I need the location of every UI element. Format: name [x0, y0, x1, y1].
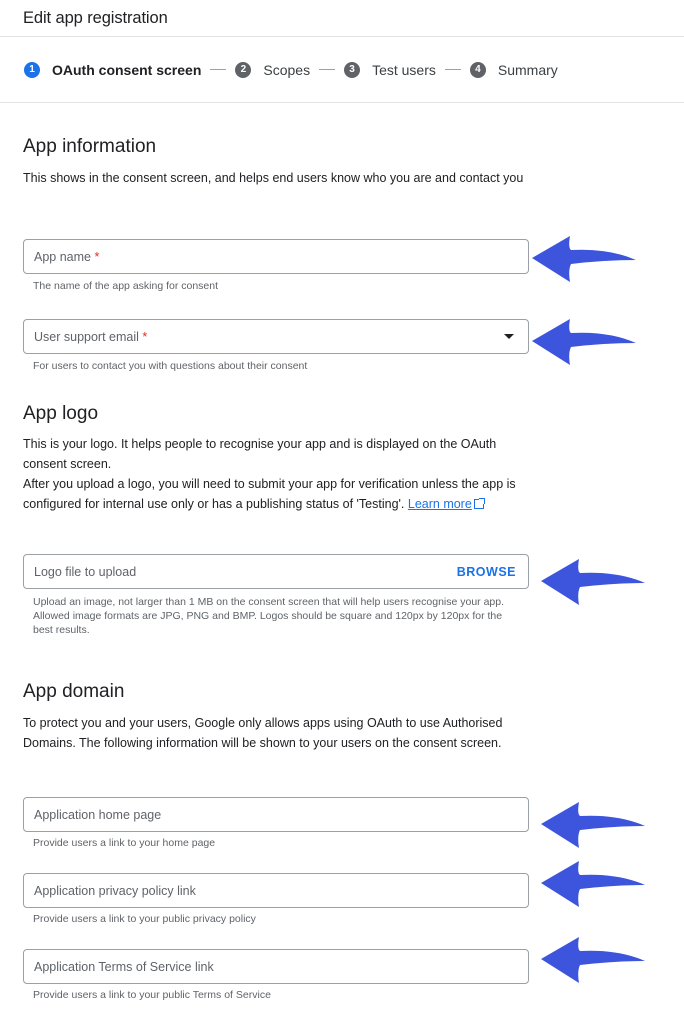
app-domain-description: To protect you and your users, Google on…	[23, 716, 503, 750]
support-email-hint: For users to contact you with questions …	[33, 360, 308, 372]
stepper: 1 OAuth consent screen 2 Scopes 3 Test u…	[0, 37, 684, 103]
step-separator	[319, 69, 336, 70]
terms-of-service-input[interactable]: Application Terms of Service link	[23, 949, 529, 984]
app-information-heading: App information	[23, 136, 157, 157]
step-oauth-consent-screen[interactable]: 1 OAuth consent screen	[24, 61, 202, 78]
privacy-policy-placeholder: Application privacy policy link	[34, 883, 196, 898]
learn-more-link[interactable]: Learn more	[408, 497, 472, 511]
app-logo-heading: App logo	[23, 403, 99, 424]
user-support-email-select[interactable]: User support email *	[23, 319, 529, 354]
step-test-users[interactable]: 3 Test users	[344, 61, 436, 78]
annotation-arrow-icon	[541, 559, 645, 605]
app-logo-description-1: This is your logo. It helps people to re…	[23, 437, 497, 471]
step-number-badge: 4	[469, 61, 486, 78]
step-label: Summary	[497, 61, 558, 78]
browse-button[interactable]: BROWSE	[457, 565, 516, 579]
app-information-description: This shows in the consent screen, and he…	[23, 171, 524, 185]
home-page-placeholder: Application home page	[34, 807, 162, 822]
step-number-badge: 2	[235, 61, 252, 78]
app-name-hint: The name of the app asking for consent	[33, 280, 219, 292]
home-page-hint: Provide users a link to your home page	[33, 837, 216, 849]
page-title: Edit app registration	[23, 8, 168, 27]
app-name-input[interactable]: App name *	[23, 239, 529, 274]
annotation-arrow-icon	[532, 236, 636, 282]
external-link-icon[interactable]	[473, 498, 485, 509]
support-email-placeholder: User support email	[34, 329, 139, 344]
annotation-arrow-icon	[532, 319, 636, 365]
privacy-policy-hint: Provide users a link to your public priv…	[33, 913, 256, 925]
title-bar: Edit app registration	[0, 0, 684, 37]
step-label: Test users	[372, 61, 436, 78]
step-summary[interactable]: 4 Summary	[469, 61, 558, 78]
terms-of-service-hint: Provide users a link to your public Term…	[33, 989, 271, 1001]
step-label: OAuth consent screen	[52, 61, 202, 78]
app-domain-heading: App domain	[23, 681, 125, 702]
logo-file-placeholder: Logo file to upload	[34, 564, 137, 579]
logo-file-hint: Upload an image, not larger than 1 MB on…	[33, 596, 505, 636]
step-separator	[444, 69, 461, 70]
terms-of-service-placeholder: Application Terms of Service link	[34, 959, 214, 974]
logo-file-input[interactable]: Logo file to upload BROWSE	[23, 554, 529, 589]
privacy-policy-input[interactable]: Application privacy policy link	[23, 873, 529, 908]
home-page-input[interactable]: Application home page	[23, 797, 529, 832]
step-label: Scopes	[263, 61, 311, 78]
dropdown-caret-icon[interactable]	[504, 334, 514, 339]
required-mark: *	[142, 329, 148, 344]
app-logo-description: This is your logo. It helps people to re…	[23, 434, 518, 514]
step-separator	[210, 69, 227, 70]
step-number-badge: 3	[344, 61, 361, 78]
app-name-placeholder: App name	[34, 249, 91, 264]
step-scopes[interactable]: 2 Scopes	[235, 61, 311, 78]
annotation-arrow-icon	[541, 937, 645, 983]
step-number-badge: 1	[24, 61, 40, 78]
annotation-arrow-icon	[541, 802, 645, 848]
required-mark: *	[94, 249, 100, 264]
annotation-arrow-icon	[541, 861, 645, 907]
